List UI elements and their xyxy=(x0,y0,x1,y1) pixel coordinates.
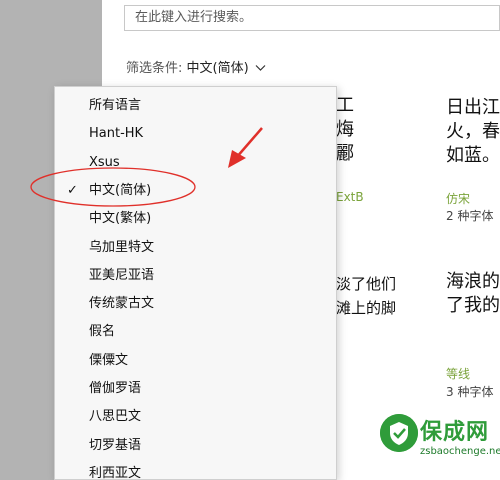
font-card-count: 2 种字体 xyxy=(446,209,494,223)
font-card-count: 3 种字体 xyxy=(446,385,494,399)
language-option[interactable]: 中文(繁体) xyxy=(55,205,336,233)
font-card-name[interactable]: ExtB xyxy=(336,190,364,204)
language-option[interactable]: 利西亚文 xyxy=(55,460,336,480)
watermark-name: 保成网 xyxy=(420,420,490,445)
font-card-preview[interactable]: 日出江 火，春 如蓝。 xyxy=(446,96,500,172)
language-option[interactable]: 乌加里特文 xyxy=(55,234,336,262)
chevron-down-icon[interactable] xyxy=(255,61,266,76)
language-option[interactable]: 亚美尼亚语 xyxy=(55,262,336,290)
watermark-url: zsbaochenge.net xyxy=(420,446,500,457)
language-option-label: 傈僳文 xyxy=(89,352,129,368)
language-option-label: 中文(繁体) xyxy=(89,211,152,227)
language-option[interactable]: ✓ 中文(简体) xyxy=(55,177,336,205)
language-option[interactable]: Xsus xyxy=(55,149,336,177)
language-option[interactable]: Hant-HK xyxy=(55,120,336,148)
language-option-label: 僧伽罗语 xyxy=(89,381,142,396)
language-option-label: 中文(简体) xyxy=(89,182,152,198)
language-option-label: 乌加里特文 xyxy=(89,239,155,255)
font-card-name[interactable]: 等线 xyxy=(446,365,470,382)
filter-label: 筛选条件: xyxy=(126,61,187,76)
language-option-label: 假名 xyxy=(89,324,116,340)
font-card-name[interactable]: 仿宋 xyxy=(446,190,470,207)
language-option[interactable]: 僧伽罗语 xyxy=(55,375,336,403)
font-card-preview[interactable]: 海浪的 了我的 xyxy=(446,270,500,320)
language-dropdown[interactable]: 所有语言 Hant-HK Xsus ✓ 中文(简体) 中文(繁体) 乌加里特文亚美尼亚语传统… xyxy=(54,86,337,480)
language-option[interactable]: 所有语言 xyxy=(55,92,336,120)
language-option-label: 利西亚文 xyxy=(89,465,142,480)
language-option-label: 所有语言 xyxy=(89,98,142,113)
language-option[interactable]: 八思巴文 xyxy=(55,403,336,431)
language-option-label: 切罗基语 xyxy=(89,437,142,453)
font-card-preview[interactable]: 工 烸 酈 xyxy=(336,94,384,170)
font-card-preview[interactable]: 淡了他们 滩上的脚 xyxy=(336,272,426,322)
search-input[interactable]: 在此键入进行搜索。 xyxy=(124,5,500,31)
language-option[interactable]: 传统蒙古文 xyxy=(55,290,336,318)
shield-icon xyxy=(380,414,418,452)
language-option[interactable]: 傈僳文 xyxy=(55,347,336,375)
language-option-label: Xsus xyxy=(89,154,120,170)
language-option-label: 八思巴文 xyxy=(89,409,142,425)
language-option-label: Hant-HK xyxy=(89,126,144,142)
language-option[interactable]: 切罗基语 xyxy=(55,432,336,460)
language-option-label: 亚美尼亚语 xyxy=(89,267,155,283)
check-icon: ✓ xyxy=(67,182,78,198)
language-option[interactable]: 假名 xyxy=(55,318,336,346)
filter-value[interactable]: 中文(简体) xyxy=(187,61,249,76)
language-option-label: 传统蒙古文 xyxy=(89,296,155,312)
watermark: 保成网 zsbaochenge.net xyxy=(376,410,500,476)
filter-row[interactable]: 筛选条件: 中文(简体) xyxy=(126,57,266,76)
